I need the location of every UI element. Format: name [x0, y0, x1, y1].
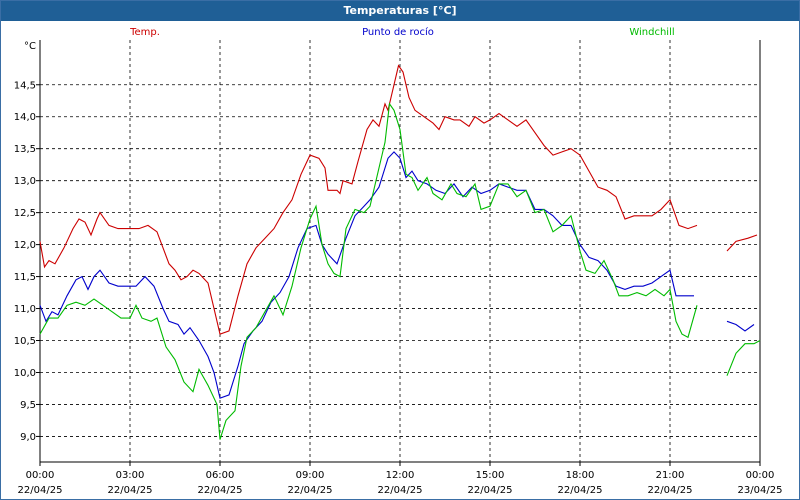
y-tick-label: 13,0 — [14, 176, 36, 187]
x-tick-time-label: 00:00 — [26, 470, 55, 481]
series-line-2 — [39, 102, 698, 440]
y-axis-unit-label: °C — [24, 41, 36, 52]
y-tick-label: 11,0 — [14, 304, 36, 315]
axis-labels: 9,0 9,5 10,0 10,5 11,0 11,5 12,0 12,5 13,0 13,5 14… — [14, 41, 783, 496]
x-tick-date-label: 22/04/25 — [18, 485, 63, 496]
y-tick-label: 9,0 — [20, 432, 36, 443]
legend-entry-0: Temp. — [129, 27, 160, 38]
series-line-1 — [39, 151, 694, 399]
y-tick-label: 12,0 — [14, 240, 36, 251]
legend-entry-2: Windchill — [629, 27, 674, 38]
x-tick-time-label: 12:00 — [386, 470, 415, 481]
temperature-chart: 9,0 9,5 10,0 10,5 11,0 11,5 12,0 12,5 13,0 13,5 14… — [14, 26, 783, 496]
y-tick-label: 10,0 — [14, 368, 36, 379]
x-tick-date-label: 22/04/25 — [378, 485, 423, 496]
series-line-2 — [726, 340, 761, 376]
legend: Temp. Punto de rocío Windchill — [129, 26, 675, 38]
x-tick-time-label: 21:00 — [656, 470, 685, 481]
series-line-0 — [726, 234, 758, 252]
series-line-0 — [39, 64, 698, 335]
axes — [36, 40, 761, 466]
x-tick-time-label: 03:00 — [116, 470, 145, 481]
x-tick-time-label: 06:00 — [206, 470, 235, 481]
x-tick-date-label: 23/04/25 — [738, 485, 783, 496]
x-tick-time-label: 09:00 — [296, 470, 325, 481]
y-tick-label: 10,5 — [14, 336, 36, 347]
x-tick-date-label: 22/04/25 — [198, 485, 243, 496]
x-tick-date-label: 22/04/25 — [288, 485, 333, 496]
y-tick-label: 11,5 — [14, 272, 36, 283]
y-tick-label: 14,5 — [14, 80, 36, 91]
x-tick-time-label: 15:00 — [476, 470, 505, 481]
grid-lines — [40, 40, 760, 462]
x-tick-time-label: 18:00 — [566, 470, 595, 481]
legend-entry-1: Punto de rocío — [362, 26, 434, 38]
y-tick-label: 12,5 — [14, 208, 36, 219]
x-tick-date-label: 22/04/25 — [468, 485, 513, 496]
y-tick-label: 9,5 — [20, 400, 36, 411]
x-tick-date-label: 22/04/25 — [648, 485, 693, 496]
y-tick-label: 14,0 — [14, 112, 36, 123]
series-line-1 — [726, 320, 755, 332]
y-tick-label: 13,5 — [14, 144, 36, 155]
x-tick-time-label: 00:00 — [746, 470, 775, 481]
x-tick-date-label: 22/04/25 — [558, 485, 603, 496]
x-tick-date-label: 22/04/25 — [108, 485, 153, 496]
